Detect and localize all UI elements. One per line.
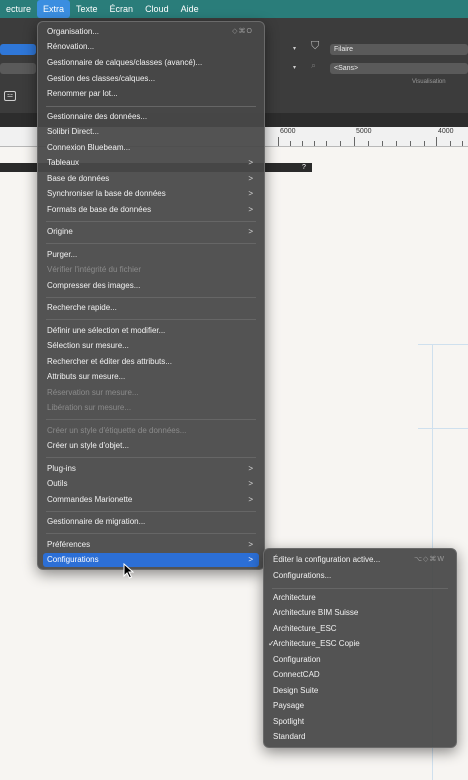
menu-cloud[interactable]: Cloud (139, 0, 175, 18)
checkmark-icon: ✓ (268, 639, 275, 648)
menu-separator (46, 319, 256, 320)
submenu-item-connectcad[interactable]: ConnectCAD (269, 668, 451, 682)
menu-aide[interactable]: Aide (175, 0, 205, 18)
extra-menu: Organisation... ◇⌘O Rénovation... Gestion… (37, 21, 265, 570)
shortcut-label: ⌥◇⌘W (413, 556, 445, 563)
submenu-item-architecture-esc[interactable]: Architecture_ESC (269, 622, 451, 636)
submenu-arrow-icon: > (248, 205, 253, 214)
chevron-down-icon: ▾ (293, 65, 297, 71)
submenu-item-edit-active-configuration[interactable]: Éditer la configuration active... ⌥◇⌘W (269, 553, 451, 567)
submenu-arrow-icon: > (248, 555, 253, 564)
menu-item-organisation[interactable]: Organisation... ◇⌘O (43, 25, 259, 39)
menu-item-configurations[interactable]: Configurations > (43, 553, 259, 567)
menu-item-custom-reservation: Réservation sur mesure... (47, 388, 139, 397)
help-icon[interactable]: ? (302, 163, 306, 172)
menu-item-tools[interactable]: Outils > (43, 477, 259, 491)
menu-item-object-style[interactable]: Créer un style d'objet... (43, 439, 259, 453)
menu-extra[interactable]: Extra (37, 0, 71, 18)
menu-item-custom-attributes[interactable]: Attributs sur mesure... (43, 370, 259, 384)
submenu-arrow-icon: > (248, 540, 253, 549)
submenu-arrow-icon: > (248, 464, 253, 473)
submenu-item-design-suite[interactable]: Design Suite (269, 684, 451, 698)
submenu-item-configuration[interactable]: Configuration (269, 653, 451, 667)
menu-texte[interactable]: Texte (70, 0, 104, 18)
submenu-item-spotlight[interactable]: Spotlight (269, 715, 451, 729)
menu-item-quick-search[interactable]: Recherche rapide... (43, 301, 259, 315)
submenu-arrow-icon: > (248, 174, 253, 183)
menu-item-custom-selection[interactable]: Sélection sur mesure... (43, 339, 259, 353)
menu-item-find-edit-attributes[interactable]: Rechercher et éditer des attributs... (43, 355, 259, 369)
menu-item-tableaux[interactable]: Tableaux > (43, 156, 259, 170)
submenu-arrow-icon: > (248, 158, 253, 167)
toolbar-dropdown-blue[interactable] (0, 44, 36, 55)
menu-separator (46, 106, 256, 107)
toolbar-dropdown-left[interactable] (0, 63, 36, 74)
menu-separator (272, 588, 448, 589)
menu-item-class-layer-management[interactable]: Gestion des classes/calques... (43, 72, 259, 86)
mouse-cursor-icon (123, 563, 135, 579)
menu-bar: ecture Extra Texte Écran Cloud Aide (0, 0, 468, 18)
menu-item-data-tag-style: Créer un style d'étiquette de données... (47, 426, 187, 435)
layer-icon: ⌕ (311, 60, 317, 70)
menu-item-database-formats[interactable]: Formats de base de données > (43, 203, 259, 217)
menu-separator (46, 457, 256, 458)
menu-item-compress-images[interactable]: Compresser des images... (43, 279, 259, 293)
visualisation-label: Visualisation (412, 79, 446, 85)
menu-separator (46, 243, 256, 244)
menu-item-bluebeam[interactable]: Connexion Bluebeam... (43, 141, 259, 155)
menu-separator (46, 419, 256, 420)
menu-architecture[interactable]: ecture (0, 0, 37, 18)
ruler-label: 4000 (438, 128, 454, 135)
class-field[interactable]: Filaire (330, 44, 468, 55)
submenu-item-paysage[interactable]: Paysage (269, 699, 451, 713)
menu-item-check-integrity: Vérifier l'intégrité du fichier (47, 265, 142, 274)
menu-item-marionette[interactable]: Commandes Marionette > (43, 493, 259, 507)
menu-item-custom-release: Libération sur mesure... (47, 403, 132, 412)
ruler-label: 6000 (280, 128, 296, 135)
menu-item-purge[interactable]: Purger... (43, 248, 259, 262)
menu-separator (46, 533, 256, 534)
menu-separator (46, 511, 256, 512)
toolbar-tool-icon[interactable]: ⚍ (4, 91, 16, 101)
menu-item-layer-class-manager[interactable]: Gestionnaire de calques/classes (avancé)… (43, 56, 259, 70)
layer-field[interactable]: <Sans> (330, 63, 468, 74)
submenu-arrow-icon: > (248, 495, 253, 504)
menu-item-data-manager[interactable]: Gestionnaire des données... (43, 110, 259, 124)
shortcut-label: ◇⌘O (232, 28, 253, 35)
menu-item-preferences[interactable]: Préférences > (43, 538, 259, 552)
menu-item-renovation[interactable]: Rénovation... (43, 40, 259, 54)
class-icon: ⛉ (311, 40, 320, 52)
menu-item-sync-database[interactable]: Synchroniser la base de données > (43, 187, 259, 201)
guide-line (418, 344, 468, 345)
menu-ecran[interactable]: Écran (104, 0, 140, 18)
menu-separator (46, 297, 256, 298)
menu-item-origin[interactable]: Origine > (43, 225, 259, 239)
menu-separator (46, 221, 256, 222)
submenu-item-architecture[interactable]: Architecture (269, 591, 451, 605)
submenu-item-configurations[interactable]: Configurations... (269, 569, 451, 583)
menu-item-solibri-direct[interactable]: Solibri Direct... (43, 125, 259, 139)
configurations-submenu: Éditer la configuration active... ⌥◇⌘W Co… (263, 548, 457, 748)
submenu-arrow-icon: > (248, 479, 253, 488)
menu-item-migration-manager[interactable]: Gestionnaire de migration... (43, 515, 259, 529)
chevron-down-icon: ▾ (293, 46, 297, 52)
menu-item-database[interactable]: Base de données > (43, 172, 259, 186)
menu-item-batch-rename[interactable]: Renommer par lot... (43, 87, 259, 101)
guide-line (418, 428, 468, 429)
submenu-arrow-icon: > (248, 189, 253, 198)
submenu-item-architecture-bim-suisse[interactable]: Architecture BIM Suisse (269, 606, 451, 620)
submenu-item-architecture-esc-copie[interactable]: ✓ Architecture_ESC Copie (268, 637, 451, 651)
submenu-arrow-icon: > (248, 227, 253, 236)
ruler-label: 5000 (356, 128, 372, 135)
menu-item-plugins[interactable]: Plug-ins > (43, 462, 259, 476)
submenu-item-standard[interactable]: Standard (269, 730, 451, 744)
menu-item-define-selection[interactable]: Définir une sélection et modifier... (43, 324, 259, 338)
